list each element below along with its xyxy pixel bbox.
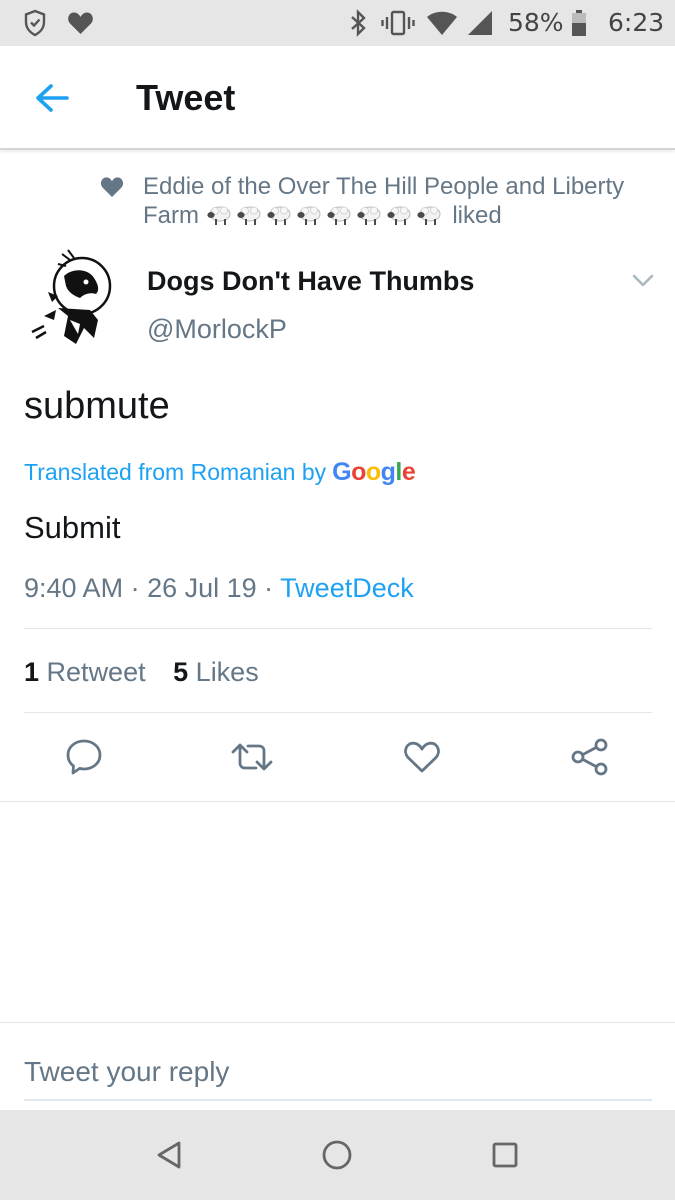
back-arrow-icon xyxy=(36,84,69,112)
reply-button[interactable] xyxy=(62,735,106,779)
battery-icon xyxy=(570,8,588,38)
social-context-liked: liked xyxy=(452,202,502,229)
sheep-emoji-row xyxy=(206,202,446,229)
tweet-actions xyxy=(0,735,675,785)
bluetooth-icon xyxy=(348,8,368,38)
author-handle[interactable]: @MorlockP xyxy=(147,312,287,346)
nav-back-button[interactable] xyxy=(146,1132,192,1178)
retweet-icon xyxy=(231,743,273,771)
nav-home-button[interactable] xyxy=(314,1132,360,1178)
clock: 6:23 xyxy=(608,8,665,37)
share-icon xyxy=(571,738,608,776)
retweet-count: 1 xyxy=(24,657,40,687)
sheep-emoji-icon xyxy=(417,206,441,225)
like-label: Likes xyxy=(195,657,259,687)
tweet-text: submute xyxy=(24,385,170,427)
chevron-down-icon xyxy=(632,274,654,287)
reply-input-underline xyxy=(24,1099,652,1101)
tweet-stats: 1 Retweet 5 Likes xyxy=(24,654,259,690)
retweets-stat[interactable]: 1 Retweet xyxy=(24,654,146,690)
like-button[interactable] xyxy=(400,735,444,779)
divider xyxy=(0,801,675,802)
tweet-timestamp: 9:40 AM · 26 Jul 19 · TweetDeck xyxy=(24,573,414,603)
nav-back-icon xyxy=(157,1141,181,1169)
divider xyxy=(0,1022,675,1023)
sheep-emoji-icon xyxy=(237,206,261,225)
retweet-label: Retweet xyxy=(46,657,146,687)
android-nav-bar xyxy=(0,1110,675,1200)
battery-percentage: 58% xyxy=(508,8,564,37)
tweet-translation: Submit xyxy=(24,510,121,545)
social-context-line1: Eddie of the Over The Hill People and Li… xyxy=(143,173,625,200)
reply-icon xyxy=(66,739,102,775)
sheep-emoji-icon xyxy=(357,206,381,225)
nav-recents-button[interactable] xyxy=(482,1132,528,1178)
author-display-name[interactable]: Dogs Don't Have Thumbs xyxy=(147,264,474,298)
google-logo: Google xyxy=(332,458,416,486)
sheep-emoji-icon xyxy=(267,206,291,225)
liked-heart-icon xyxy=(100,177,124,197)
app-bar: Tweet xyxy=(0,46,675,150)
sheep-emoji-icon xyxy=(327,206,351,225)
tweet-date: 26 Jul 19 xyxy=(147,573,257,603)
divider xyxy=(24,628,652,629)
status-bar: 58% 6:23 xyxy=(0,0,675,46)
nav-recents-icon xyxy=(492,1142,518,1168)
translated-label: Translated from Romanian by xyxy=(24,459,327,485)
share-button[interactable] xyxy=(568,735,612,779)
page-title: Tweet xyxy=(136,77,236,118)
reply-input[interactable] xyxy=(24,1045,652,1099)
nav-home-icon xyxy=(322,1140,352,1170)
divider xyxy=(24,712,652,713)
sheep-emoji-icon xyxy=(297,206,321,225)
translated-from-link[interactable]: Translated from Romanian by Google xyxy=(24,456,416,488)
heart-icon xyxy=(66,8,94,38)
tweet-source-link[interactable]: TweetDeck xyxy=(280,573,414,603)
back-button[interactable] xyxy=(30,76,74,120)
like-icon xyxy=(404,741,440,773)
likes-stat[interactable]: 5 Likes xyxy=(173,654,259,690)
retweet-button[interactable] xyxy=(230,735,274,779)
avatar[interactable] xyxy=(24,246,124,354)
like-count: 5 xyxy=(173,657,189,687)
social-context-farm: Farm xyxy=(143,202,199,229)
vibrate-icon xyxy=(381,8,415,38)
sheep-emoji-icon xyxy=(207,206,231,225)
social-context-text: Eddie of the Over The Hill People and Li… xyxy=(143,172,643,230)
tweet-time: 9:40 AM xyxy=(24,573,124,603)
shield-icon xyxy=(22,8,48,38)
sheep-emoji-icon xyxy=(387,206,411,225)
wifi-icon xyxy=(426,8,458,38)
signal-icon xyxy=(466,8,494,38)
tweet-options-button[interactable] xyxy=(630,268,656,294)
